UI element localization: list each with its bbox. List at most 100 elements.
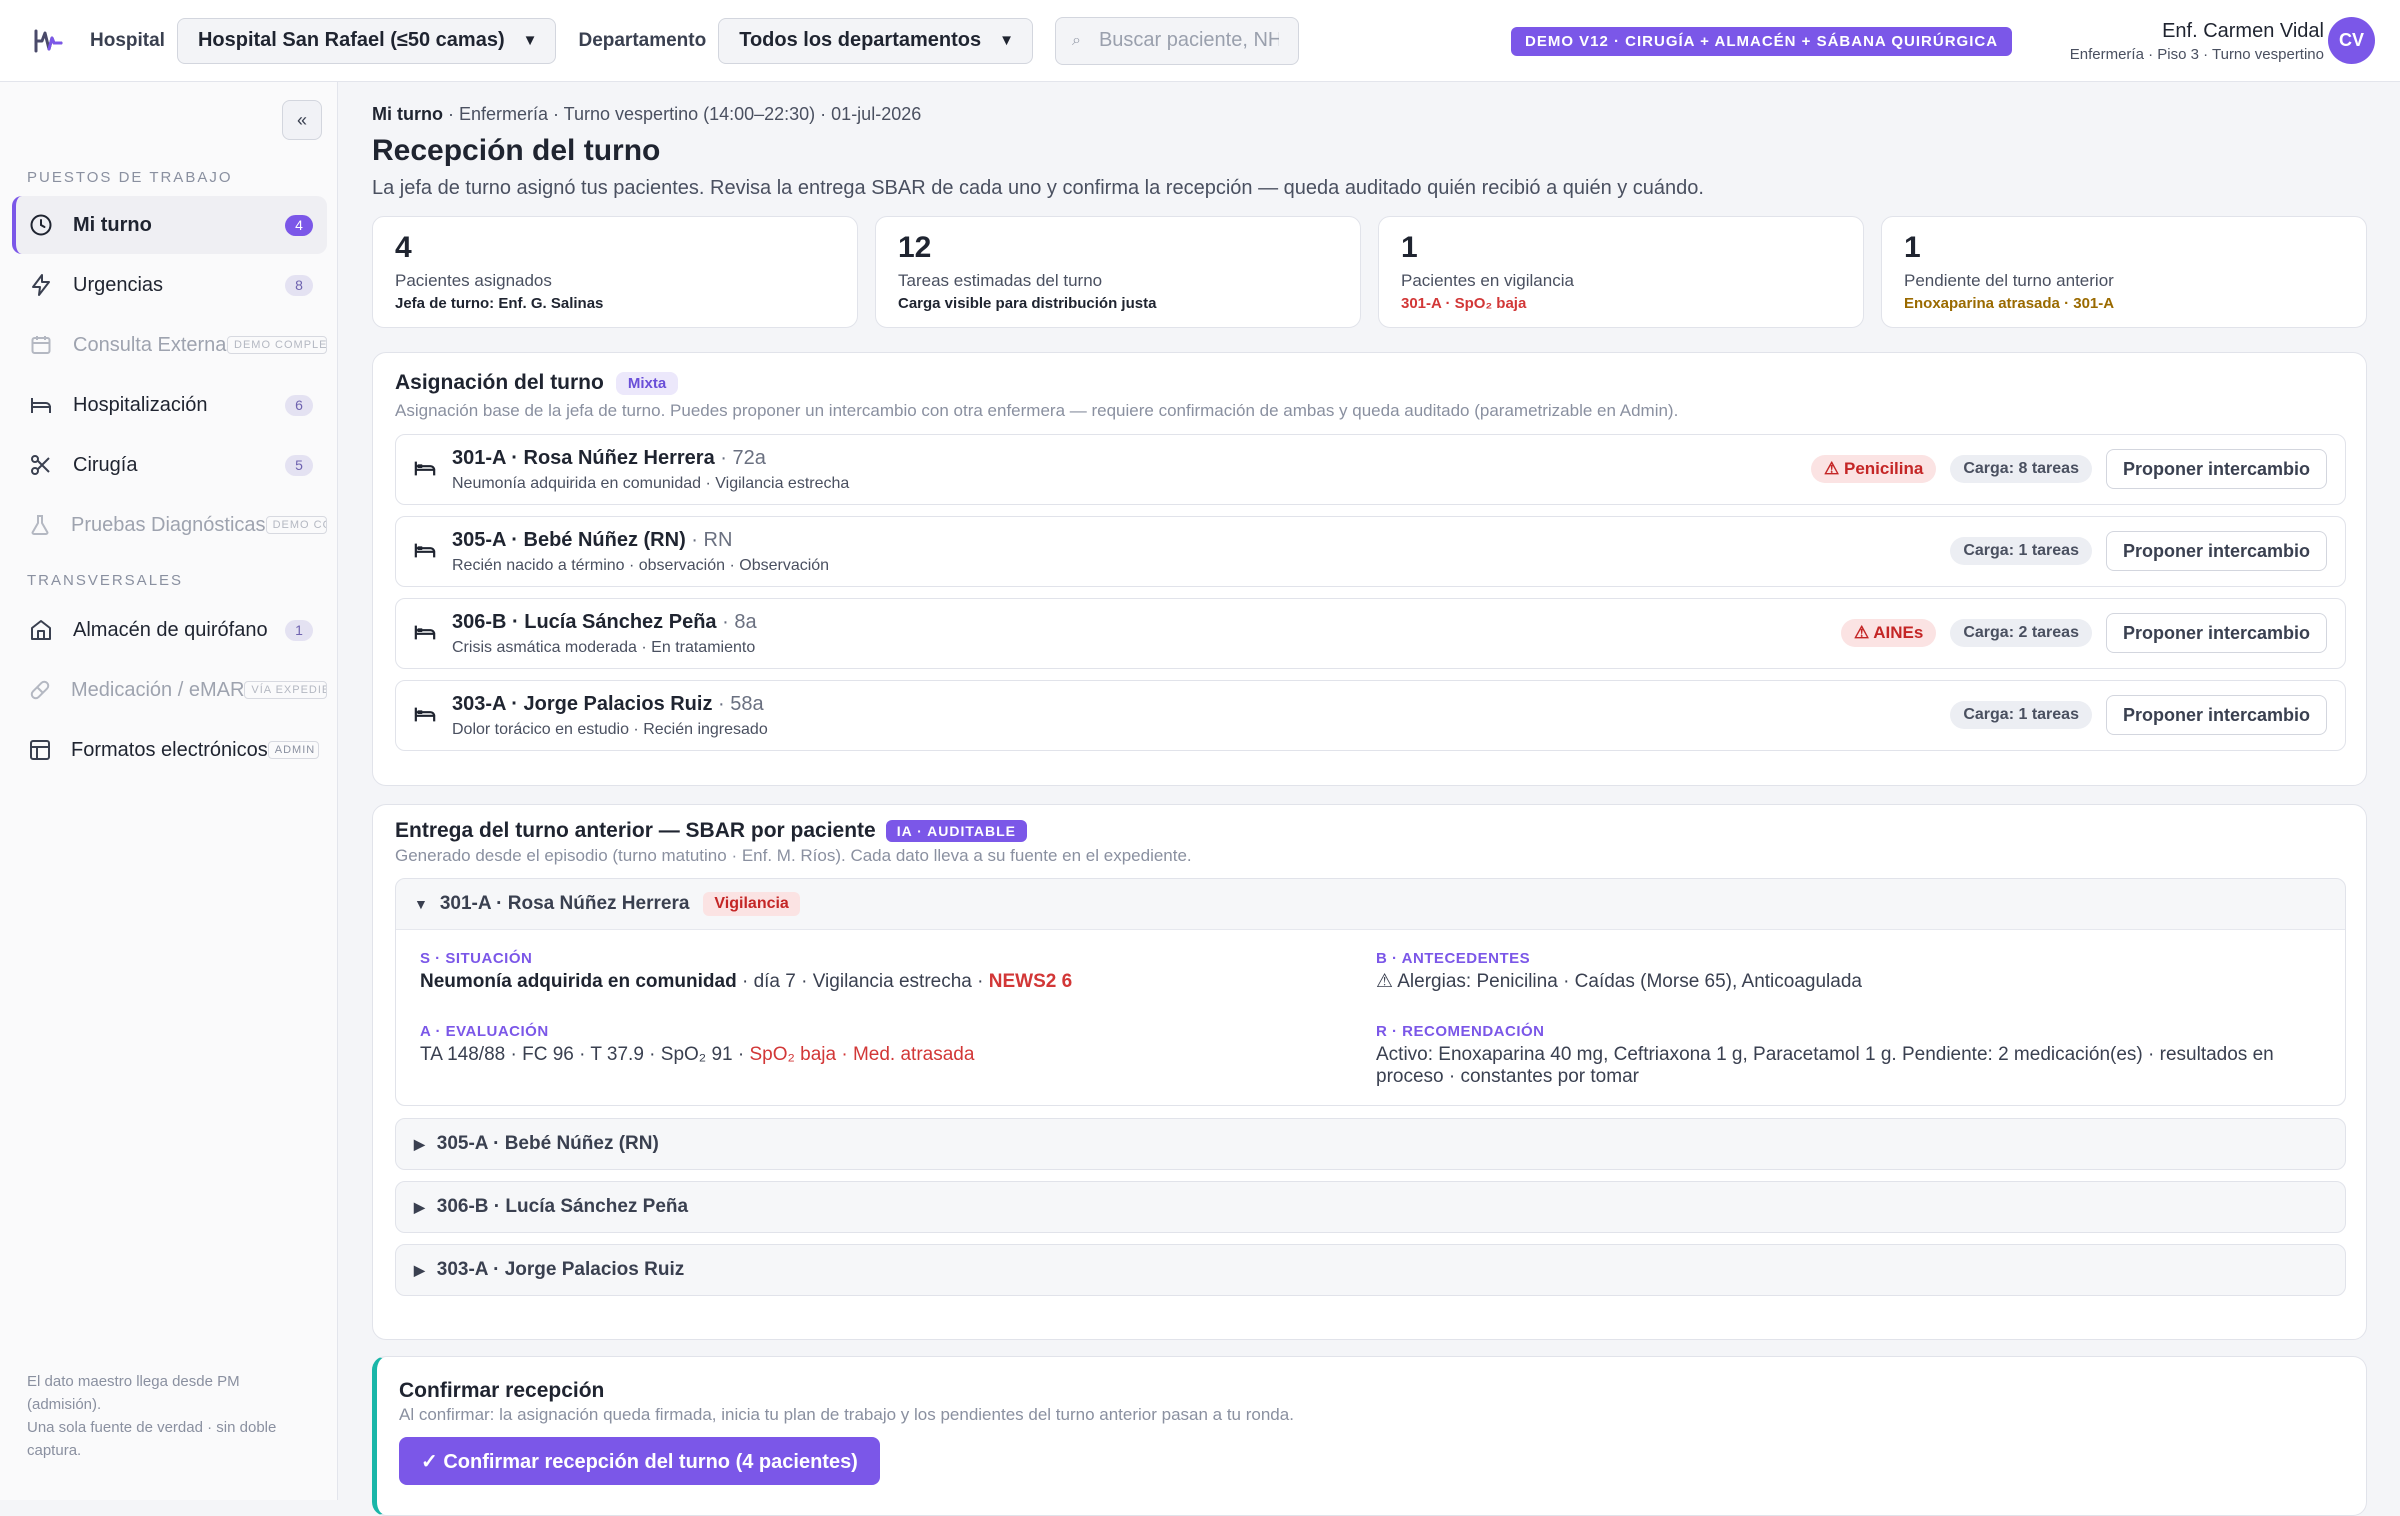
patient-row[interactable]: 305-A · Bebé Núñez (RN) · RN Recién naci… bbox=[395, 516, 2346, 587]
top-bar: Hospital Hospital San Rafael (≤50 camas)… bbox=[0, 0, 2400, 82]
flask-icon bbox=[28, 512, 52, 538]
patient-row-actions: Carga: 1 tareas Proponer intercambio bbox=[1950, 531, 2327, 571]
sidebar-footer-note: El dato maestro llega desde PM (admisión… bbox=[27, 1370, 287, 1462]
patient-bed-name: 306-B · Lucía Sánchez Peña bbox=[452, 611, 717, 633]
section-label-work: PUESTOS DE TRABAJO bbox=[27, 169, 233, 186]
propose-swap-button[interactable]: Proponer intercambio bbox=[2105, 449, 2327, 489]
app-logo-icon[interactable] bbox=[28, 21, 68, 61]
accordion-header[interactable]: ▼ 301-A · Rosa Núñez Herrera Vigilancia bbox=[396, 879, 2345, 929]
confirm-reception-button[interactable]: ✓ Confirmar recepción del turno (4 pacie… bbox=[399, 1437, 880, 1485]
sidebar-item-consulta-externa[interactable]: Consulta Externa DEMO COMPLETA bbox=[12, 316, 327, 374]
search-icon: ⌕ bbox=[1071, 31, 1081, 49]
stat-card-vigilance: 1 Pacientes en vigilancia 301-A · SpO₂ b… bbox=[1378, 216, 1864, 328]
sbar-background: B · ANTECEDENTES ⚠ Alergias: Penicilina … bbox=[1376, 950, 2296, 993]
patient-name: 306-B · Lucía Sánchez Peña · 8a bbox=[452, 611, 757, 634]
clock-icon bbox=[28, 212, 54, 238]
section-label-transversal: TRANSVERSALES bbox=[27, 572, 184, 589]
sidebar-item-label: Urgencias bbox=[73, 273, 164, 296]
confirm-title: Confirmar recepción bbox=[399, 1379, 605, 1402]
sidebar-item-formatos[interactable]: Formatos electrónicos ADMIN bbox=[12, 721, 327, 779]
caret-right-icon: ▶ bbox=[414, 1135, 425, 1152]
stat-label: Pacientes en vigilancia bbox=[1401, 271, 1574, 290]
patient-description: Dolor torácico en estudio · Recién ingre… bbox=[452, 721, 768, 738]
count-badge: 1 bbox=[285, 619, 313, 641]
demo-tag: DEMO COMPLETA bbox=[227, 336, 327, 354]
chevron-down-icon: ▼ bbox=[999, 32, 1014, 49]
patient-row-actions: ⚠ Penicilina Carga: 8 tareas Proponer in… bbox=[1811, 449, 2327, 489]
sbar-key: S · SITUACIÓN bbox=[420, 950, 533, 967]
demo-tag: VÍA EXPEDIENTE bbox=[244, 681, 327, 699]
assignment-subtitle: Asignación base de la jefa de turno. Pue… bbox=[395, 401, 1679, 420]
user-info: Enf. Carmen Vidal Enfermería · Piso 3 · … bbox=[2070, 20, 2324, 63]
allergy-badge: ⚠ Penicilina bbox=[1811, 455, 1937, 483]
propose-swap-button[interactable]: Proponer intercambio bbox=[2105, 613, 2327, 653]
accordion-header[interactable]: ▶ 306-B · Lucía Sánchez Peña bbox=[396, 1182, 2345, 1232]
calendar-icon bbox=[28, 332, 54, 358]
caret-down-icon: ▼ bbox=[414, 896, 428, 912]
sidebar-item-almacen[interactable]: Almacén de quirófano 1 bbox=[12, 601, 327, 659]
page-title: Recepción del turno bbox=[372, 134, 661, 167]
card-title-text: Entrega del turno anterior — SBAR por pa… bbox=[395, 819, 876, 842]
patient-age: · 8a bbox=[716, 611, 757, 633]
stat-value: 1 bbox=[1904, 231, 1921, 264]
bed-icon bbox=[414, 539, 436, 566]
sidebar-item-hospitalizacion[interactable]: Hospitalización 6 bbox=[12, 376, 327, 434]
footer-line: El dato maestro llega desde PM (admisión… bbox=[27, 1373, 240, 1413]
patient-row[interactable]: 303-A · Jorge Palacios Ruiz · 58a Dolor … bbox=[395, 680, 2346, 751]
breadcrumb: Mi turno · Enfermería · Turno vespertino… bbox=[372, 104, 921, 125]
sbar-recommendation: R · RECOMENDACIÓN Activo: Enoxaparina 40… bbox=[1376, 1023, 2296, 1088]
sidebar-item-label: Pruebas Diagnósticas bbox=[71, 513, 266, 536]
assignment-mode-pill: Mixta bbox=[615, 371, 679, 395]
assessment-alerts: SpO₂ baja · Med. atrasada bbox=[749, 1044, 975, 1065]
confirm-subtitle: Al confirmar: la asignación queda firmad… bbox=[399, 1405, 1294, 1424]
sbar-accordion-collapsed[interactable]: ▶ 306-B · Lucía Sánchez Peña bbox=[395, 1181, 2346, 1233]
patient-row[interactable]: 306-B · Lucía Sánchez Peña · 8a Crisis a… bbox=[395, 598, 2346, 669]
stat-label: Pacientes asignados bbox=[395, 271, 552, 290]
patient-bed-name: 303-A · Jorge Palacios Ruiz bbox=[452, 693, 713, 715]
patient-name: 303-A · Jorge Palacios Ruiz · 58a bbox=[452, 693, 764, 716]
sidebar-item-medicacion[interactable]: Medicación / eMAR VÍA EXPEDIENTE bbox=[12, 661, 327, 719]
sidebar-item-label: Formatos electrónicos bbox=[71, 738, 268, 761]
sidebar-item-cirugia[interactable]: Cirugía 5 bbox=[12, 436, 327, 494]
page-subtitle: La jefa de turno asignó tus pacientes. R… bbox=[372, 177, 1704, 199]
sbar-key: B · ANTECEDENTES bbox=[1376, 950, 1531, 967]
situation-main: Neumonía adquirida en comunidad bbox=[420, 971, 737, 992]
sbar-accordion-collapsed[interactable]: ▶ 305-A · Bebé Núñez (RN) bbox=[395, 1118, 2346, 1170]
handoff-title: Entrega del turno anterior — SBAR por pa… bbox=[395, 819, 1027, 843]
sbar-value: Activo: Enoxaparina 40 mg, Ceftriaxona 1… bbox=[1376, 1044, 2274, 1087]
situation-rest: · día 7 · Vigilancia estrecha · bbox=[736, 971, 989, 992]
search-box[interactable]: ⌕ bbox=[1054, 16, 1299, 65]
sidebar-item-label: Medicación / eMAR bbox=[71, 678, 245, 701]
sidebar-item-urgencias[interactable]: Urgencias 8 bbox=[12, 256, 327, 314]
sbar-accordion-open: ▼ 301-A · Rosa Núñez Herrera Vigilancia … bbox=[395, 878, 2346, 1106]
sidebar-item-pruebas-diagnosticas[interactable]: Pruebas Diagnósticas DEMO COMPLETA bbox=[12, 496, 327, 554]
sidebar-item-mi-turno[interactable]: Mi turno 4 bbox=[12, 196, 327, 254]
hospital-select[interactable]: Hospital San Rafael (≤50 camas) ▼ bbox=[176, 17, 557, 64]
search-input[interactable] bbox=[1098, 29, 1279, 52]
patient-row[interactable]: 301-A · Rosa Núñez Herrera · 72a Neumoní… bbox=[395, 434, 2346, 505]
accordion-header[interactable]: ▶ 305-A · Bebé Núñez (RN) bbox=[396, 1119, 2345, 1169]
count-badge: 5 bbox=[285, 454, 313, 476]
propose-swap-button[interactable]: Proponer intercambio bbox=[2105, 531, 2327, 571]
collapse-sidebar-button[interactable]: « bbox=[282, 100, 322, 140]
stat-value: 1 bbox=[1401, 231, 1418, 264]
warehouse-icon bbox=[28, 617, 54, 643]
caret-right-icon: ▶ bbox=[414, 1198, 425, 1215]
sbar-key: A · EVALUACIÓN bbox=[420, 1023, 549, 1040]
count-badge: 4 bbox=[285, 214, 313, 236]
sidebar-item-label: Cirugía bbox=[73, 453, 138, 476]
stat-detail: Enoxaparina atrasada · 301-A bbox=[1904, 295, 2115, 312]
count-badge: 6 bbox=[285, 394, 313, 416]
sidebar-item-label: Mi turno bbox=[73, 213, 152, 236]
demo-tag: DEMO COMPLETA bbox=[265, 516, 327, 534]
department-select[interactable]: Todos los departamentos ▼ bbox=[718, 17, 1033, 64]
propose-swap-button[interactable]: Proponer intercambio bbox=[2105, 695, 2327, 735]
avatar[interactable]: CV bbox=[2328, 17, 2375, 64]
assessment-vitals: TA 148/88 · FC 96 · T 37.9 · SpO₂ 91 · bbox=[420, 1044, 750, 1065]
patient-bed-name: 301-A · Rosa Núñez Herrera bbox=[452, 447, 715, 469]
patient-age: · 72a bbox=[714, 447, 766, 469]
stat-label: Tareas estimadas del turno bbox=[898, 271, 1103, 290]
patient-name: 305-A · Bebé Núñez (RN) · RN bbox=[452, 529, 732, 552]
accordion-header[interactable]: ▶ 303-A · Jorge Palacios Ruiz bbox=[396, 1245, 2345, 1295]
sbar-accordion-collapsed[interactable]: ▶ 303-A · Jorge Palacios Ruiz bbox=[395, 1244, 2346, 1296]
